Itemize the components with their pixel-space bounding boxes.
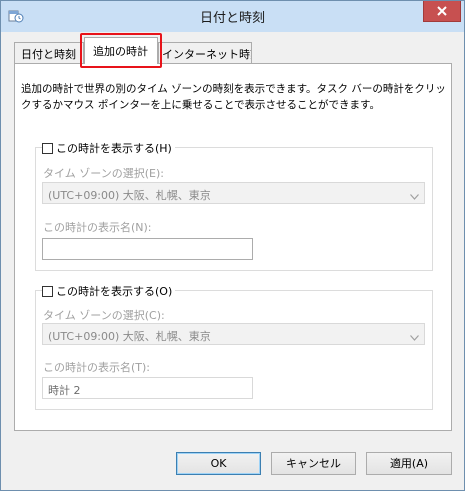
- close-button[interactable]: [423, 1, 461, 22]
- tab-internet-time[interactable]: インターネット時刻: [158, 42, 252, 63]
- select-value: (UTC+09:00) 大阪、札幌、東京: [48, 330, 211, 343]
- checkbox-box[interactable]: [42, 286, 53, 297]
- select-value: (UTC+09:00) 大阪、札幌、東京: [48, 189, 211, 202]
- clock2-checkbox[interactable]: この時計を表示する(O): [42, 283, 176, 299]
- tab-date-time[interactable]: 日付と時刻: [14, 42, 84, 63]
- checkbox-label: この時計を表示する(H): [56, 142, 172, 155]
- tab-label: 日付と時刻: [21, 48, 76, 61]
- close-icon: [437, 6, 447, 16]
- clock1-timezone-label: タイム ゾーンの選択(E):: [43, 167, 164, 180]
- clock1-checkbox[interactable]: この時計を表示する(H): [42, 140, 175, 156]
- date-time-dialog: 日付と時刻 日付と時刻 追加の時計 インターネット時刻 追加の時計で世界の別のタ…: [0, 0, 465, 491]
- cancel-button[interactable]: キャンセル: [271, 452, 356, 475]
- window-title: 日付と時刻: [199, 11, 265, 26]
- apply-button[interactable]: 適用(A): [366, 452, 452, 475]
- tab-label: インターネット時刻: [162, 48, 252, 61]
- tab-additional-clocks[interactable]: 追加の時計: [84, 37, 158, 64]
- clock1-timezone-select[interactable]: (UTC+09:00) 大阪、札幌、東京: [42, 182, 425, 204]
- clock1-name-label: この時計の表示名(N):: [43, 221, 152, 234]
- chevron-down-icon: [410, 331, 419, 344]
- clock2-timezone-select[interactable]: (UTC+09:00) 大阪、札幌、東京: [42, 323, 425, 345]
- title-bar[interactable]: 日付と時刻: [1, 1, 464, 32]
- clock2-name-input[interactable]: 時計 2: [42, 377, 253, 399]
- tab-label: 追加の時計: [93, 45, 148, 58]
- checkbox-label: この時計を表示する(O): [56, 285, 173, 298]
- ok-button[interactable]: OK: [176, 452, 261, 475]
- description-text: 追加の時計で世界の別のタイム ゾーンの時刻を表示できます。タスク バーの時計をク…: [21, 83, 446, 111]
- chevron-down-icon: [410, 190, 419, 203]
- clock2-timezone-label: タイム ゾーンの選択(C):: [43, 309, 165, 322]
- checkbox-box[interactable]: [42, 143, 53, 154]
- clock1-name-input[interactable]: [42, 238, 253, 260]
- clock2-name-label: この時計の表示名(T):: [43, 361, 151, 374]
